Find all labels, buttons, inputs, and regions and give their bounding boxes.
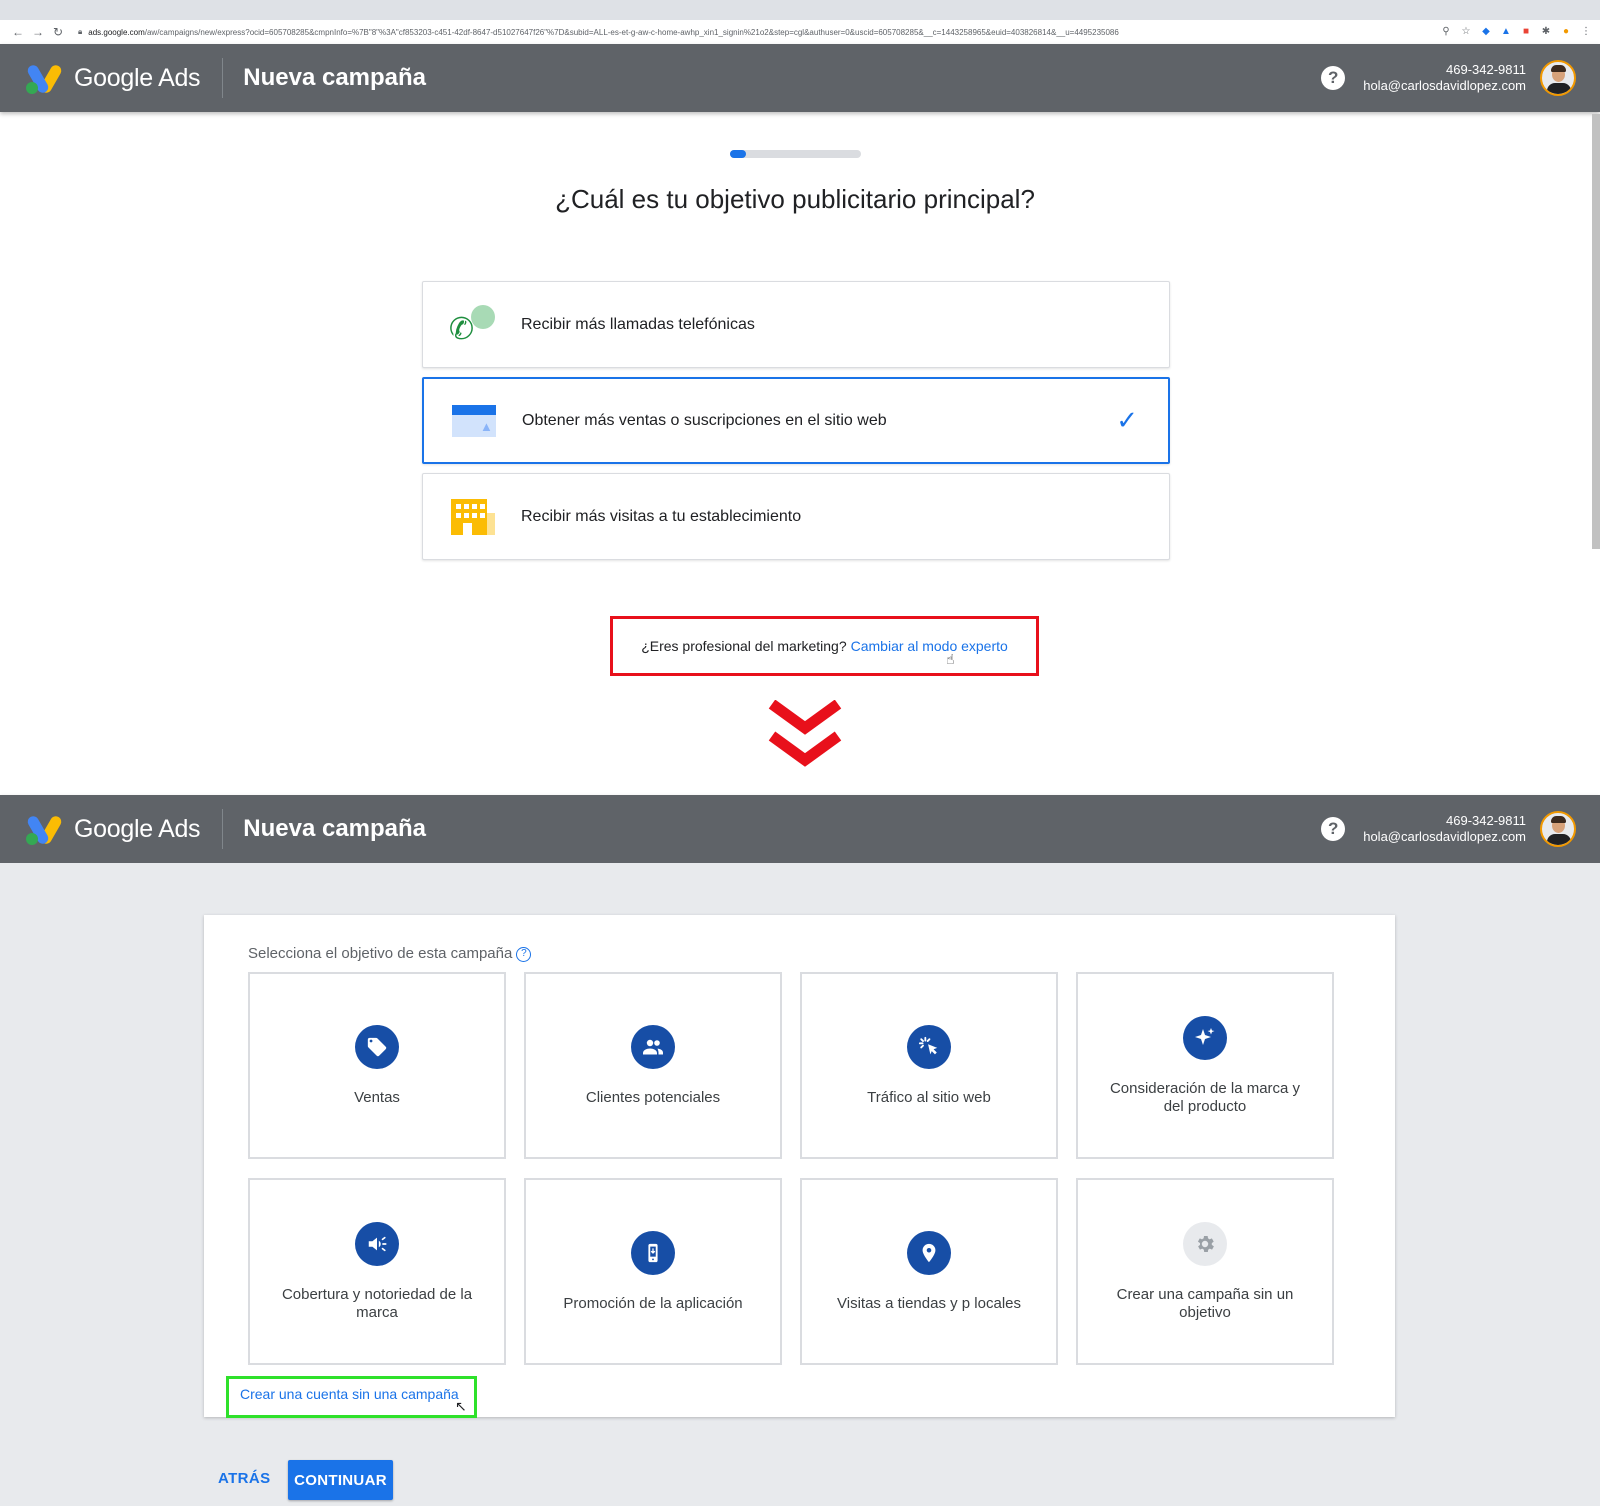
header-divider [222,809,224,849]
avatar[interactable] [1540,811,1576,847]
lock-icon: 🔒︎ [78,27,83,36]
account-phone: 469-342-9811 [1446,62,1526,77]
checkmark-icon: ✓ [1116,405,1138,435]
goal-card-app-promotion[interactable]: Promoción de la aplicación [524,1178,782,1365]
account-email: hola@carlosdavidlopez.com [1363,829,1526,844]
goal-label: Tráfico al sitio web [867,1088,991,1106]
progress-fill [730,150,746,158]
browser-chrome: ← → ↻ 🔒︎ ads.google.com /aw/campaigns/ne… [0,0,1600,44]
brand-name: Google Ads [74,814,201,843]
help-circle-icon[interactable]: ? [516,947,532,962]
brand-name: Google Ads [74,63,201,92]
menu-dots-icon[interactable]: ⋮ [1580,26,1592,38]
option-phone-calls[interactable]: ✆ Recibir más llamadas telefónicas [422,281,1170,368]
account-phone: 469-342-9811 [1446,813,1526,828]
profile-icon[interactable]: ● [1560,26,1572,38]
sparkle-icon [1183,1015,1227,1060]
tag-icon [355,1024,399,1069]
goal-card-sales[interactable]: Ventas [248,972,506,1159]
account-info[interactable]: 469-342-9811 hola@carlosdavidlopez.com [1363,813,1526,845]
hand-cursor-icon: ☝ [946,651,955,667]
goal-label: Cobertura y notoriedad de la marca [281,1285,473,1321]
goal-card-leads[interactable]: Clientes potenciales [524,972,782,1159]
goal-card-website-traffic[interactable]: Tráfico al sitio web [800,972,1058,1159]
extension-icon[interactable]: ▲ [1500,26,1512,38]
goal-card-no-objective[interactable]: Crear una campaña sin un objetivo [1076,1178,1334,1365]
goal-card-store-visits[interactable]: Visitas a tiendas y p locales [800,1178,1058,1365]
phone-app-icon [631,1230,675,1275]
expert-mode-link[interactable]: Cambiar al modo experto [851,638,1008,654]
header-divider [222,58,224,98]
google-ads-logo-icon[interactable] [25,813,64,846]
url-domain: ads.google.com [88,27,145,37]
goal-label: Clientes potenciales [585,1088,721,1106]
location-pin-icon [907,1230,951,1275]
help-icon[interactable]: ? [1321,817,1346,841]
reload-icon[interactable]: ↻ [48,22,68,42]
goal-label: Crear una campaña sin un objetivo [1116,1285,1294,1321]
campaign-goal-panel: Selecciona el objetivo de esta campaña? … [204,915,1395,1417]
option-website-sales[interactable]: ▲ Obtener más ventas o suscripciones en … [422,377,1170,464]
click-icon [907,1024,951,1069]
zoom-icon[interactable]: ⚲ [1440,26,1452,38]
account-email: hola@carlosdavidlopez.com [1363,78,1526,93]
account-info[interactable]: 469-342-9811 hola@carlosdavidlopez.com [1363,62,1526,94]
extension-icon[interactable]: ■ [1520,26,1532,38]
option-label: Recibir más visitas a tu establecimiento [521,507,802,525]
back-button[interactable]: ATRÁS [218,1470,271,1487]
page-title: Nueva campaña [243,64,427,91]
help-icon[interactable]: ? [1321,66,1346,90]
goal-card-brand-consideration[interactable]: Consideración de la marca y del producto [1076,972,1334,1159]
option-store-visits[interactable]: Recibir más visitas a tu establecimiento [422,473,1170,560]
website-icon: ▲ [450,397,498,445]
goal-label: Visitas a tiendas y p locales [837,1294,1021,1312]
no-campaign-link-text[interactable]: Crear una cuenta sin una campaña [240,1386,459,1402]
phone-icon: ✆ [449,301,497,349]
tab-strip [0,0,1600,20]
ads-header-top: Google Ads Nueva campaña ? 469-342-9811 … [0,44,1600,112]
goal-label: Ventas [354,1088,400,1106]
objective-question: ¿Cuál es tu objetivo publicitario princi… [555,184,1035,214]
address-bar[interactable]: 🔒︎ ads.google.com /aw/campaigns/new/expr… [78,22,1430,42]
goal-label: Consideración de la marca y del producto [1109,1079,1301,1115]
megaphone-icon [355,1221,399,1266]
goal-card-brand-awareness[interactable]: Cobertura y notoriedad de la marca [248,1178,506,1365]
ads-header-bottom: Google Ads Nueva campaña ? 469-342-9811 … [0,795,1600,863]
expert-mode-highlight: ¿Eres profesional del marketing? Cambiar… [610,616,1039,676]
google-ads-logo-icon[interactable] [25,62,64,95]
scrollbar[interactable] [1592,114,1600,549]
back-arrow-icon[interactable]: ← [8,22,28,42]
extension-icon[interactable]: ◆ [1480,26,1492,38]
gear-icon [1183,1221,1227,1266]
continue-button[interactable]: CONTINUAR [288,1460,393,1500]
forward-arrow-icon[interactable]: → [28,22,48,42]
option-label: Recibir más llamadas telefónicas [521,315,755,333]
create-account-without-campaign-link[interactable]: Crear una cuenta sin una campaña [226,1376,477,1418]
progress-bar [730,150,861,158]
puzzle-extension-icon[interactable]: ✱ [1540,26,1552,38]
double-chevron-down-icon [768,700,842,767]
url-path: /aw/campaigns/new/express?ocid=605708285… [144,27,1119,37]
goal-label: Promoción de la aplicación [563,1294,743,1312]
expert-prompt: ¿Eres profesional del marketing? [641,638,847,654]
people-icon [631,1024,675,1069]
browser-toolbar: ← → ↻ 🔒︎ ads.google.com /aw/campaigns/ne… [0,20,1600,44]
section-title: Selecciona el objetivo de esta campaña? [248,945,532,962]
section-title-text: Selecciona el objetivo de esta campaña [248,945,513,962]
page-title: Nueva campaña [243,815,427,842]
mouse-cursor-icon: ↖ [455,1398,467,1414]
avatar[interactable] [1540,60,1576,96]
bookmark-star-icon[interactable]: ☆ [1460,26,1472,38]
store-icon [449,493,497,541]
option-label: Obtener más ventas o suscripciones en el… [522,411,887,429]
